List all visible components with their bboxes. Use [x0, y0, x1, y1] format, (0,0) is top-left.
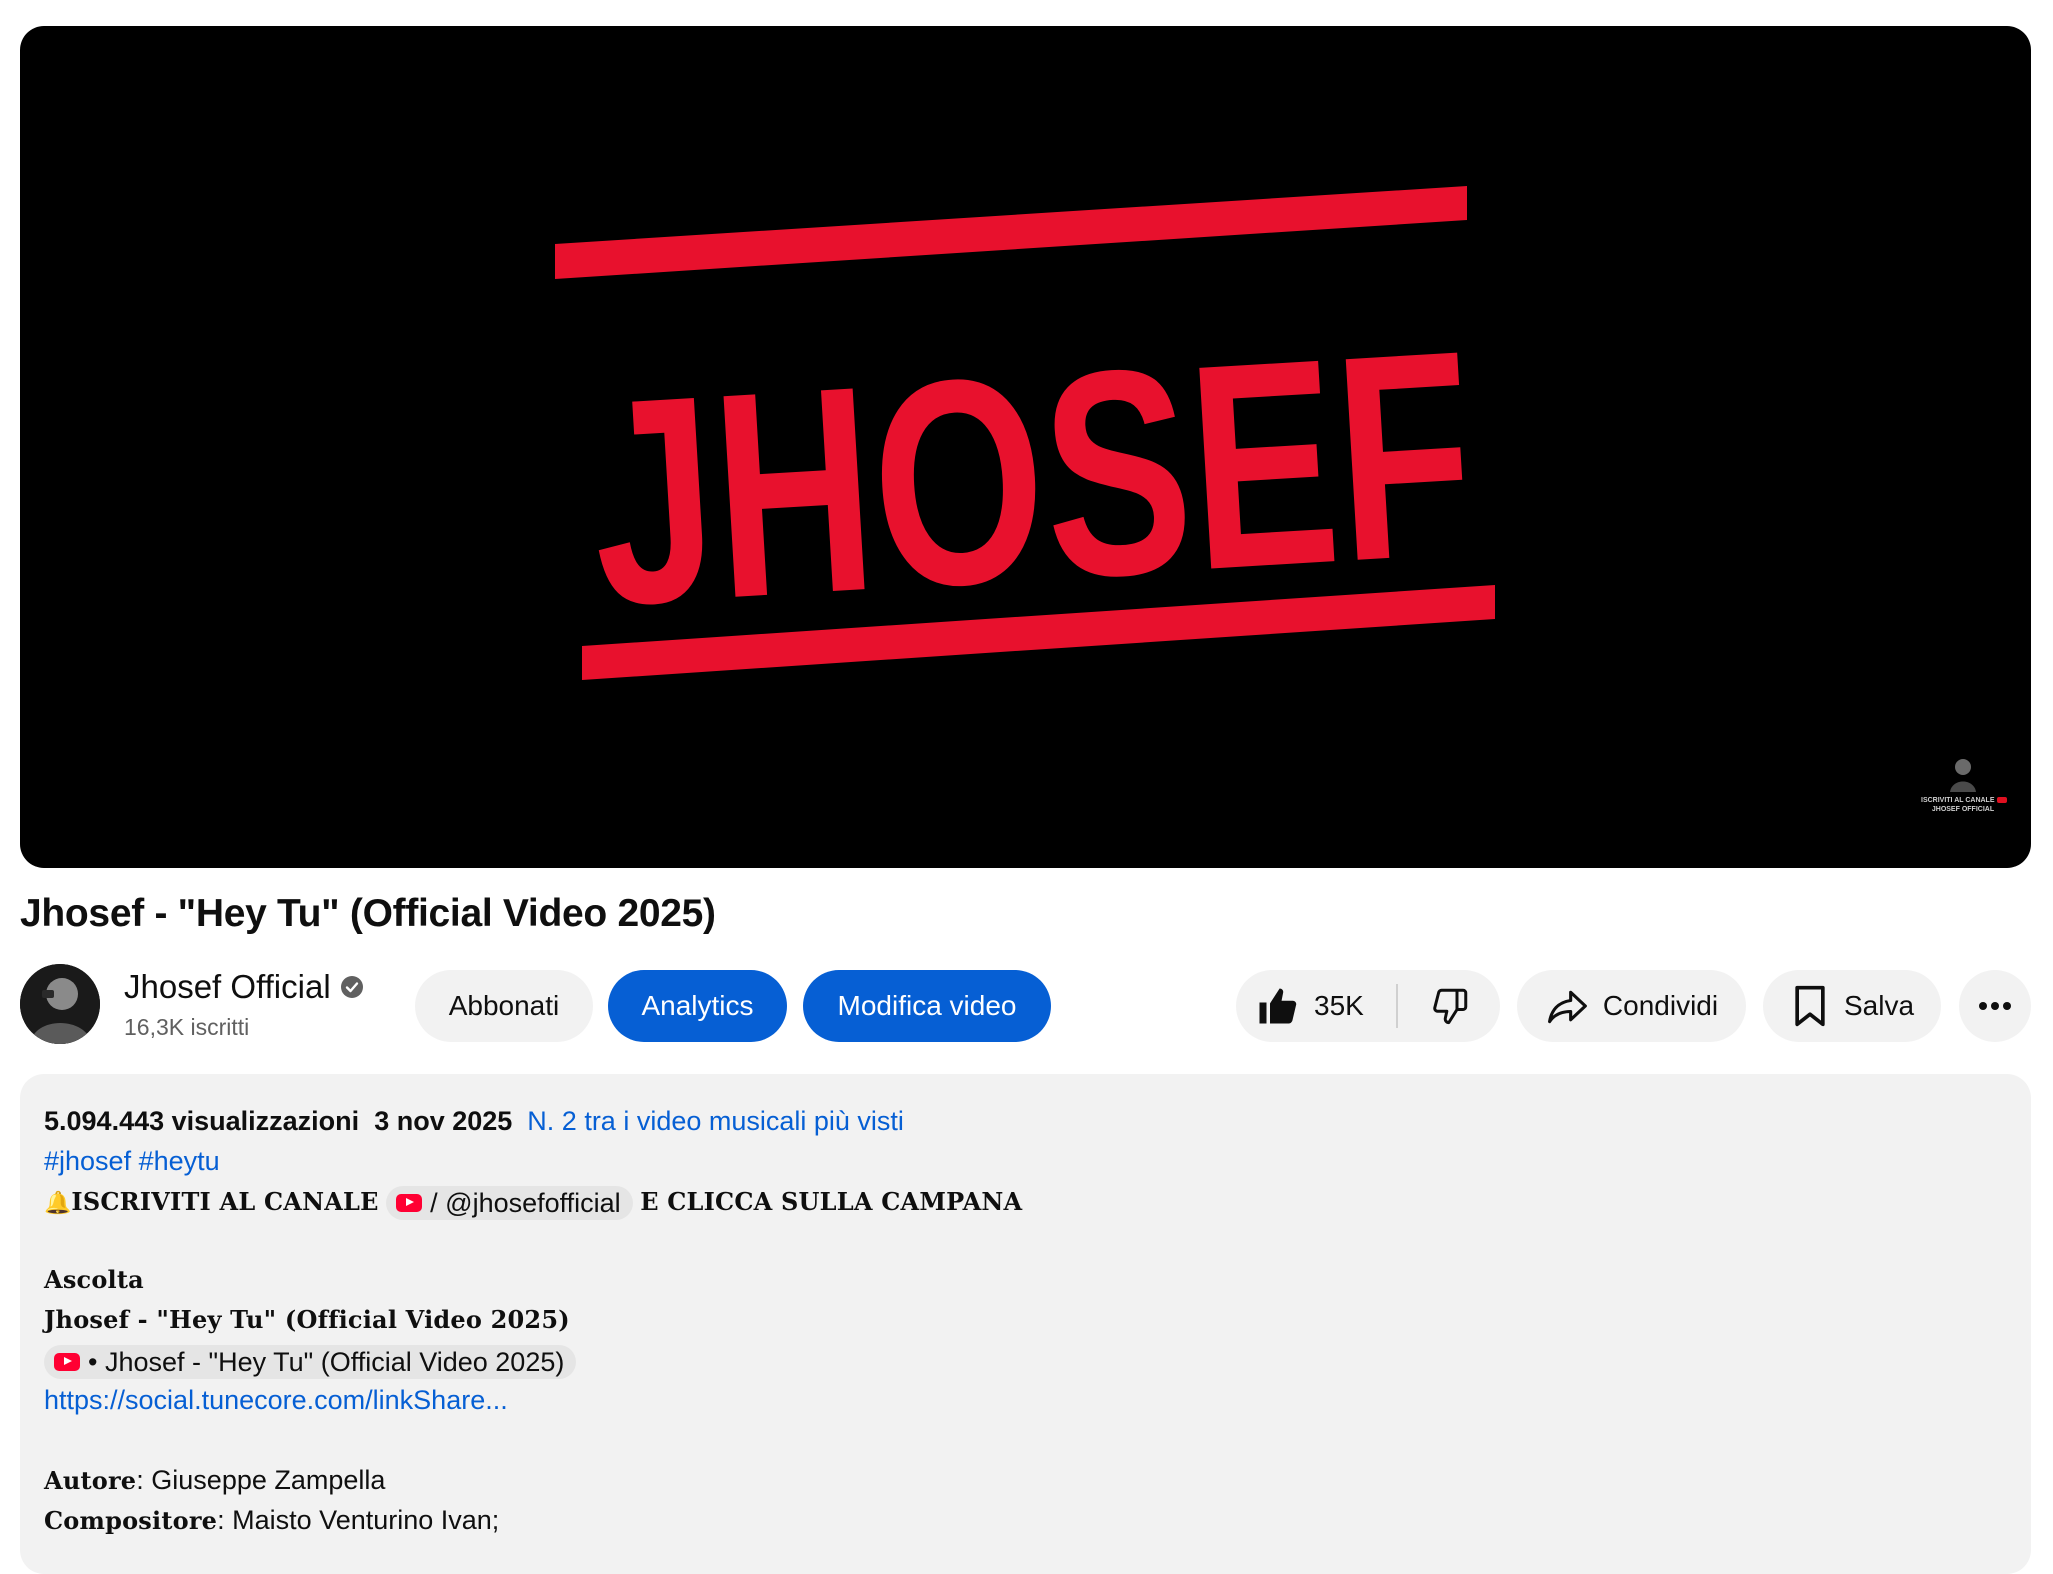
- analytics-button[interactable]: Analytics: [608, 970, 787, 1042]
- description-box[interactable]: 5.094.443 visualizzazioni 3 nov 2025 N. …: [20, 1074, 2031, 1574]
- more-actions-button[interactable]: [1959, 970, 2031, 1042]
- subscribe-call-text: ISCRIVITI AL CANALE: [71, 1187, 379, 1216]
- bell-call-text: E CLICCA SULLA CAMPANA: [640, 1187, 1023, 1216]
- bookmark-icon: [1795, 985, 1825, 1027]
- like-count: 35K: [1314, 990, 1364, 1021]
- upload-date: 3 nov 2025: [374, 1106, 513, 1136]
- bell-icon: 🔔: [44, 1190, 72, 1215]
- composer-row: Compositore: Maisto Venturino Ivan;: [44, 1503, 499, 1538]
- save-label: Salva: [1843, 990, 1915, 1021]
- youtube-icon: [396, 1193, 423, 1212]
- video-chip-text: • Jhosef - "Hey Tu" (Official Video 2025…: [88, 1346, 565, 1377]
- channel-name[interactable]: Jhosef Official: [124, 968, 364, 1006]
- video-player[interactable]: JHOSEF ISCRIVITI AL CANALE JHOSEF OFFICI…: [20, 26, 2031, 868]
- thumbs-down-icon: [1433, 988, 1468, 1025]
- composer-label: Compositore: [44, 1506, 218, 1535]
- share-label: Condividi: [1602, 990, 1719, 1021]
- youtube-icon: [54, 1352, 80, 1371]
- like-button[interactable]: 35K: [1256, 970, 1364, 1042]
- like-dislike-group: 35K: [1236, 970, 1500, 1042]
- share-arrow-icon: [1547, 990, 1587, 1024]
- share-button[interactable]: Condividi: [1517, 970, 1746, 1042]
- more-horizontal-icon: [1979, 1002, 2011, 1010]
- dislike-button[interactable]: [1424, 970, 1476, 1042]
- channel-watermark[interactable]: ISCRIVITI AL CANALE JHOSEF OFFICIAL: [1921, 756, 2007, 814]
- tunecore-link[interactable]: https://social.tunecore.com/linkShare...: [44, 1383, 508, 1417]
- subscriber-count: 16,3K iscritti: [124, 1014, 250, 1040]
- video-link-chip[interactable]: • Jhosef - "Hey Tu" (Official Video 2025…: [44, 1344, 577, 1379]
- author-label: Autore: [44, 1466, 137, 1495]
- video-title: Jhosef - "Hey Tu" (Official Video 2025): [20, 892, 716, 935]
- subscribe-button[interactable]: Abbonati: [415, 970, 593, 1042]
- channel-avatar[interactable]: [20, 964, 100, 1044]
- channel-name-text[interactable]: Jhosef Official: [124, 968, 331, 1006]
- listen-heading: Ascolta: [44, 1265, 144, 1294]
- description-meta-row: 5.094.443 visualizzazioni 3 nov 2025 N. …: [44, 1104, 904, 1138]
- channel-handle-chip[interactable]: / @jhosefofficial: [386, 1185, 633, 1220]
- thumbs-up-icon: [1259, 988, 1297, 1024]
- logo-top-bar: [555, 186, 1467, 279]
- composer-value: : Maisto Venturino Ivan;: [217, 1505, 500, 1535]
- like-divider: [1396, 984, 1398, 1028]
- subscribe-row: 🔔ISCRIVITI AL CANALE / @jhosefofficial E…: [44, 1184, 1022, 1220]
- author-value: : Giuseppe Zampella: [136, 1465, 386, 1495]
- verified-badge-icon: [340, 976, 363, 998]
- hashtag-heytu[interactable]: #heytu: [139, 1146, 220, 1176]
- logo-text: JHOSEF: [583, 289, 1481, 667]
- watermark-figure-icon: [1950, 759, 1976, 792]
- author-row: Autore: Giuseppe Zampella: [44, 1463, 385, 1498]
- trending-rank-link[interactable]: N. 2 tra i video musicali più visti: [527, 1106, 904, 1136]
- view-count: 5.094.443 visualizzazioni: [44, 1106, 360, 1136]
- avatar-image: [20, 964, 100, 1044]
- video-link-row: • Jhosef - "Hey Tu" (Official Video 2025…: [44, 1343, 577, 1379]
- watermark-line2: JHOSEF OFFICIAL: [1931, 806, 1995, 813]
- watermark-line1: ISCRIVITI AL CANALE: [1921, 797, 1995, 804]
- edit-video-button[interactable]: Modifica video: [803, 970, 1051, 1042]
- save-button[interactable]: Salva: [1763, 970, 1941, 1042]
- jhosef-logo: JHOSEF: [555, 186, 1495, 680]
- channel-handle: / @jhosefofficial: [430, 1187, 621, 1218]
- hashtag-jhosef[interactable]: #jhosef: [44, 1146, 131, 1176]
- watermark-youtube-icon: [1996, 797, 2007, 804]
- listen-title: Jhosef - "Hey Tu" (Official Video 2025): [44, 1305, 570, 1334]
- hashtags-row: #jhosef #heytu: [44, 1144, 220, 1178]
